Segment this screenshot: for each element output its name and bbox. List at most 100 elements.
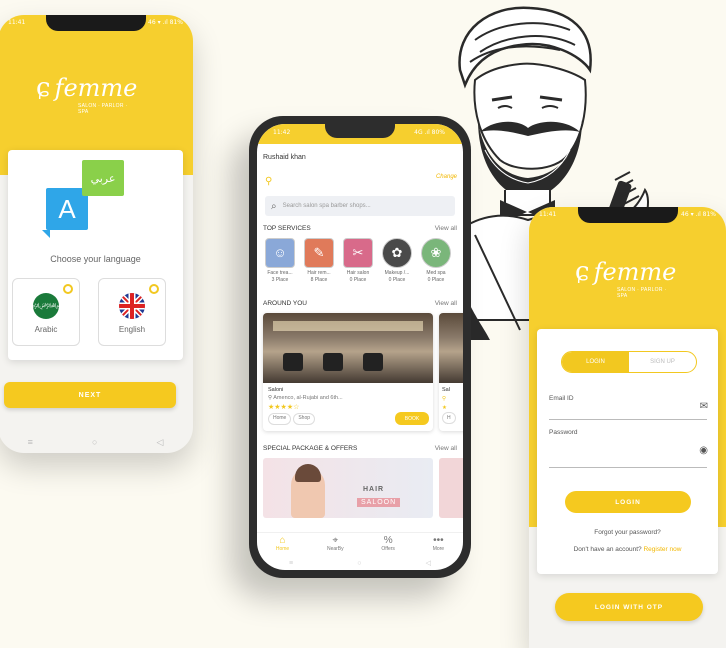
view-all-link[interactable]: View all — [435, 225, 457, 232]
translate-glyph-ar: عربي — [90, 172, 116, 185]
hair-removal-icon: ✎ — [304, 238, 334, 268]
service-item[interactable]: ❀ Med spa 0 Place — [419, 238, 453, 284]
search-input[interactable]: ⌕ Search salon spa barber shops... — [265, 196, 455, 216]
banner-text-2: SALOON — [357, 498, 401, 507]
eye-icon[interactable]: ◉ — [699, 445, 708, 456]
service-count: 8 Place — [310, 276, 328, 283]
register-row: Don't have an account? Register now — [537, 546, 718, 553]
more-icon: ••• — [433, 535, 444, 546]
top-services-header: TOP SERVICES View all — [263, 225, 457, 232]
back-icon[interactable]: ◁ — [157, 437, 164, 448]
view-all-link[interactable]: View all — [435, 445, 457, 452]
email-field[interactable] — [549, 419, 707, 420]
nav-item-home[interactable]: ⌂ Home — [276, 536, 289, 558]
language-label: Arabic — [34, 325, 58, 334]
service-item[interactable]: ✂ Hair salon 0 Place — [341, 238, 375, 284]
salon-card-partial[interactable]: Sal ⚲ ★ H — [439, 313, 463, 431]
section-title: TOP SERVICES — [263, 225, 311, 232]
login-button[interactable]: LOGIN — [565, 491, 691, 513]
nav-label: NearBy — [326, 546, 344, 552]
salon-chair — [323, 353, 343, 371]
salon-chair — [363, 353, 383, 371]
tab-signup[interactable]: SIGN UP — [629, 352, 696, 372]
status-icons: 46 ▾ .ıl 81% — [148, 19, 183, 26]
auth-toggle: LOGIN SIGN UP — [561, 351, 697, 373]
status-time: 11:41 — [539, 211, 557, 218]
nav-label: Offers — [381, 546, 395, 552]
salon-card[interactable]: Saloni ⚲ Amenco, al-Rujabi and 6th... ★★… — [263, 313, 433, 431]
model-hair — [295, 464, 321, 482]
system-nav: ≡ ○ ◁ — [257, 556, 463, 570]
service-name: Face trea... — [267, 270, 293, 276]
back-icon[interactable]: ◁ — [426, 559, 431, 567]
service-item[interactable]: ☺ Face trea... 3 Place — [263, 238, 297, 284]
forgot-password-link[interactable]: Forgot your password? — [537, 529, 718, 536]
saudi-flag-icon: ﷽ — [33, 293, 59, 319]
language-card: A عربي Choose your language ﷽ Arabic Eng… — [8, 150, 183, 360]
offer-banner[interactable]: HAIR SALOON — [263, 458, 433, 518]
section-title: SPECIAL PACKAGE & OFFERS — [263, 445, 358, 452]
nav-item-offers[interactable]: % Offers — [381, 536, 395, 558]
language-phone: 11:41 46 ▾ .ıl 81% ɕ femme SALON · PARLO… — [0, 15, 193, 453]
service-name: Hair rem... — [307, 270, 331, 276]
home-circle-icon[interactable]: ○ — [92, 437, 97, 447]
language-prompt: Choose your language — [50, 254, 141, 264]
brand-tagline: SALON · PARLOR · SPA — [78, 103, 128, 115]
language-label: English — [118, 325, 146, 334]
radio-icon — [63, 284, 73, 294]
service-item[interactable]: ✿ Makeup /... 0 Place — [380, 238, 414, 284]
salon-address: Amenco, al-Rujabi and 6th... — [273, 395, 343, 402]
service-item[interactable]: ✎ Hair rem... 8 Place — [302, 238, 336, 284]
home-circle-icon[interactable]: ○ — [357, 560, 361, 567]
brand-tagline: SALON · PARLOR · SPA — [617, 287, 667, 299]
language-option-arabic[interactable]: ﷽ Arabic — [12, 278, 80, 346]
nearby-icon: ⌖ — [332, 535, 339, 546]
salon-chair — [283, 353, 303, 371]
brand-name: femme — [593, 258, 677, 286]
location-pin-icon[interactable]: ⚲ — [265, 176, 272, 187]
salon-name: Sal — [442, 387, 450, 393]
login-otp-button[interactable]: LOGIN WITH OTP — [555, 593, 703, 621]
status-time: 11:42 — [273, 129, 291, 136]
bubble-tail — [42, 230, 50, 238]
no-account-text: Don't have an account? — [573, 546, 642, 553]
language-option-english[interactable]: English — [98, 278, 166, 346]
brand-name: femme — [54, 74, 138, 102]
rating-stars: ★ — [442, 404, 447, 411]
book-button[interactable]: BOOK — [395, 412, 429, 425]
offer-banner-partial[interactable] — [439, 458, 463, 518]
tab-login[interactable]: LOGIN — [562, 352, 629, 372]
uk-flag-icon — [119, 293, 145, 319]
password-field[interactable] — [549, 467, 707, 468]
radio-icon — [149, 284, 159, 294]
nav-label: Home — [275, 546, 290, 552]
view-all-link[interactable]: View all — [435, 300, 457, 307]
salon-name: Saloni — [268, 387, 284, 393]
banner-text-1: HAIR — [363, 486, 385, 493]
status-icons: 46 ▾ .ıl 81% — [681, 211, 716, 218]
user-name: Rushaid khan — [263, 154, 306, 161]
brand-logo: ɕ femme SALON · PARLOR · SPA — [36, 74, 138, 115]
phone-notch — [577, 207, 678, 223]
next-button[interactable]: NEXT — [4, 382, 176, 408]
change-location-link[interactable]: Change — [436, 174, 457, 180]
nav-item-more[interactable]: ••• More — [433, 536, 444, 558]
register-link[interactable]: Register now — [643, 546, 681, 553]
menu-icon[interactable]: ≡ — [289, 560, 293, 567]
arabic-bubble-icon: عربي — [82, 160, 124, 196]
login-phone: 11:41 46 ▾ .ıl 81% ɕ femme SALON · PARLO… — [529, 207, 726, 648]
nav-item-nearby[interactable]: ⌖ NearBy — [327, 536, 344, 558]
section-title: AROUND YOU — [263, 300, 307, 307]
service-name: Med spa — [426, 270, 446, 276]
menu-icon[interactable]: ≡ — [28, 437, 33, 447]
email-label: Email ID — [549, 395, 574, 402]
service-name: Hair salon — [346, 270, 370, 276]
service-count: 0 Place — [388, 276, 406, 283]
hair-salon-icon: ✂ — [343, 238, 373, 268]
phone-notch — [325, 124, 395, 138]
salon-tag: Home — [268, 413, 292, 425]
translate-glyph-en: A — [58, 193, 76, 224]
search-icon: ⌕ — [271, 200, 277, 212]
makeup-icon: ✿ — [382, 238, 412, 268]
system-nav: ≡ ○ ◁ — [0, 431, 193, 453]
